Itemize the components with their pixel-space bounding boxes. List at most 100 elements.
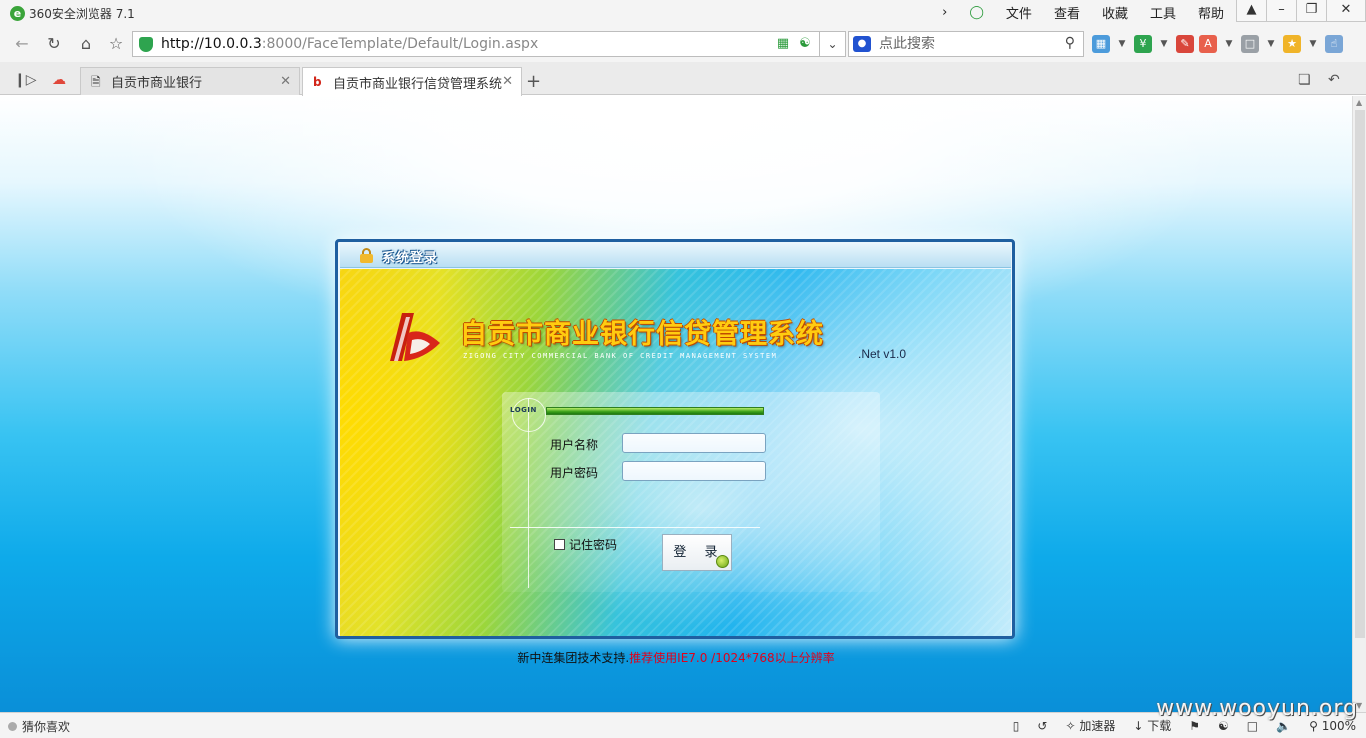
accelerator-button[interactable]: ✧ 加速器	[1065, 717, 1115, 734]
key-icon	[716, 555, 729, 568]
close-button[interactable]: ✕	[1326, 0, 1366, 22]
app-title-area: e 360安全浏览器 7.1	[10, 5, 135, 22]
chevron-down-icon[interactable]: ▼	[1306, 39, 1320, 49]
star-icon[interactable]: ☆	[104, 32, 128, 56]
system-version: .Net v1.0	[858, 347, 907, 361]
login-banner: 自贡市商业银行信贷管理系统 ZIGONG CITY COMMERCIAL BAN…	[340, 269, 1011, 636]
minimize-button[interactable]: –	[1266, 0, 1297, 22]
chevron-down-icon[interactable]: ▼	[1222, 39, 1236, 49]
game-icon[interactable]: ★	[1283, 35, 1301, 53]
user-icon[interactable]: ◯	[965, 5, 988, 20]
url-path: :8000/FaceTemplate/Default/Login.aspx	[261, 36, 539, 52]
address-icons: ▦ ☯	[775, 36, 813, 52]
browser-logo-icon: e	[10, 6, 25, 21]
qr-code-icon[interactable]: ▦	[775, 36, 791, 52]
navigation-bar: ← ↻ ⌂ ☆ http://10.0.0.3 :8000/FaceTempla…	[0, 26, 1366, 62]
login-header-title: 系统登录	[382, 251, 439, 266]
tech-support-text: 新中连集团技术支持.	[517, 651, 630, 665]
bank-logo-icon	[390, 313, 440, 361]
chevron-down-icon[interactable]: ⌄	[820, 31, 846, 57]
accelerator-label: 加速器	[1079, 719, 1116, 733]
compat-mode-icon[interactable]: ☯	[797, 36, 813, 52]
tab-close-icon[interactable]: ✕	[280, 74, 291, 89]
menu-file[interactable]: 文件	[1002, 3, 1036, 22]
chevron-down-icon[interactable]: ▼	[1115, 39, 1129, 49]
search-icon[interactable]: ⚲	[1065, 35, 1075, 51]
login-button[interactable]: 登 录	[662, 534, 732, 571]
chevron-right-icon[interactable]: ›	[938, 5, 951, 20]
translate-icon[interactable]: ✎	[1176, 35, 1194, 53]
username-label: 用户名称	[550, 438, 599, 452]
page-icon: 🗎	[91, 74, 101, 89]
guess-you-like[interactable]: 猜你喜欢	[22, 718, 70, 735]
address-bar[interactable]: http://10.0.0.3 :8000/FaceTemplate/Defau…	[132, 31, 820, 57]
lock-icon	[360, 248, 373, 263]
form-divider	[510, 527, 760, 528]
login-panel: LOGIN 用户名称 用户密码 记住密码 登 录	[502, 392, 880, 592]
login-progress-bar	[546, 407, 764, 415]
password-field-wrap	[622, 461, 766, 481]
extension-icons: ▦ ▼ ¥ ▼ ✎ A ▼ □ ▼ ★ ▼ ☝	[1092, 35, 1343, 53]
security-shield-icon	[139, 36, 153, 52]
scroll-up-icon[interactable]: ▲	[1356, 98, 1362, 107]
remember-password[interactable]: 记住密码	[554, 536, 617, 553]
watermark: www.wooyun.org	[1156, 696, 1358, 721]
login-tag: LOGIN	[510, 406, 537, 414]
username-field-wrap	[622, 433, 766, 453]
tab-bar: ❙▷ ☁ 🗎 自贡市商业银行 ✕ b 自贡市商业银行信贷管理系统 ✕ + ❏ ↶	[0, 62, 1366, 96]
vertical-scrollbar[interactable]: ▲ ▼	[1352, 96, 1366, 712]
back-arrow-icon[interactable]: ←	[10, 32, 34, 56]
footer-note: 新中连集团技术支持.推荐使用IE7.0 /1024*768以上分辨率	[0, 649, 1352, 666]
menu-tools[interactable]: 工具	[1146, 3, 1180, 22]
system-title: 自贡市商业银行信贷管理系统	[460, 319, 824, 350]
app-title: 360安全浏览器 7.1	[29, 7, 135, 21]
chevron-down-icon[interactable]: ▼	[1157, 39, 1171, 49]
phone-icon[interactable]: ▯	[1013, 719, 1020, 733]
menu-view[interactable]: 查看	[1050, 3, 1084, 22]
vertical-divider	[528, 398, 529, 588]
cloud-sync-icon[interactable]: ☁	[52, 72, 66, 88]
menu-favorites[interactable]: 收藏	[1098, 3, 1132, 22]
scroll-thumb[interactable]	[1355, 110, 1365, 638]
search-engine-icon[interactable]: ●	[853, 36, 871, 52]
status-left[interactable]: 猜你喜欢	[8, 718, 70, 735]
menu-bar: › ◯ 文件 查看 收藏 工具 帮助	[938, 3, 1228, 22]
menu-help[interactable]: 帮助	[1194, 3, 1228, 22]
url-host: http://10.0.0.3	[161, 36, 262, 52]
search-input[interactable]	[879, 36, 1049, 52]
window-controls: ▲ – ❐ ✕	[1236, 0, 1366, 22]
tab-credit-system[interactable]: b 自贡市商业银行信贷管理系统 ✕	[302, 67, 522, 96]
username-input[interactable]	[623, 434, 765, 452]
password-label: 用户密码	[550, 466, 599, 480]
apps-icon[interactable]: ▦	[1092, 35, 1110, 53]
page-viewport: 系统登录 自贡市商业银行信贷管理系统 ZIGONG CITY COMMERCIA…	[0, 96, 1352, 712]
remember-checkbox[interactable]	[554, 539, 565, 550]
mouse-gesture-icon[interactable]: ☝	[1325, 35, 1343, 53]
tab-close-icon[interactable]: ✕	[502, 74, 513, 89]
screenshot-icon[interactable]: □	[1241, 35, 1259, 53]
ie-mode-icon[interactable]: ↺	[1037, 719, 1047, 733]
maximize-button[interactable]: ❐	[1296, 0, 1327, 22]
skin-icon[interactable]: ▲	[1236, 0, 1267, 22]
download-label: 下载	[1147, 719, 1172, 733]
chevron-down-icon[interactable]: ▼	[1264, 39, 1278, 49]
password-input[interactable]	[623, 462, 765, 480]
search-box[interactable]: ● ⚲	[848, 31, 1084, 57]
new-tab-button[interactable]: +	[526, 71, 541, 92]
system-title-english: ZIGONG CITY COMMERCIAL BANK OF CREDIT MA…	[463, 352, 778, 360]
sidebar-toggle-icon[interactable]: ❙▷	[14, 72, 37, 88]
refresh-icon[interactable]: ↻	[42, 32, 66, 56]
home-icon[interactable]: ⌂	[74, 32, 98, 56]
recommend-dot-icon	[8, 722, 17, 731]
login-frame: 系统登录 自贡市商业银行信贷管理系统 ZIGONG CITY COMMERCIA…	[335, 239, 1015, 639]
recommend-text: 推荐使用IE7.0 /1024*768以上分辨率	[629, 651, 835, 665]
tab-list-icon[interactable]: ❏	[1298, 72, 1311, 88]
title-bar: e 360安全浏览器 7.1 › ◯ 文件 查看 收藏 工具 帮助 ▲ – ❐ …	[0, 0, 1366, 26]
undo-close-icon[interactable]: ↶	[1328, 72, 1340, 88]
pdf-icon[interactable]: A	[1199, 35, 1217, 53]
tab-bank-home[interactable]: 🗎 自贡市商业银行 ✕	[80, 67, 300, 95]
money-shield-icon[interactable]: ¥	[1134, 35, 1152, 53]
tab-label: 自贡市商业银行信贷管理系统	[333, 76, 503, 92]
bank-favicon-icon: b	[313, 75, 322, 89]
login-frame-header: 系统登录	[340, 244, 1011, 268]
